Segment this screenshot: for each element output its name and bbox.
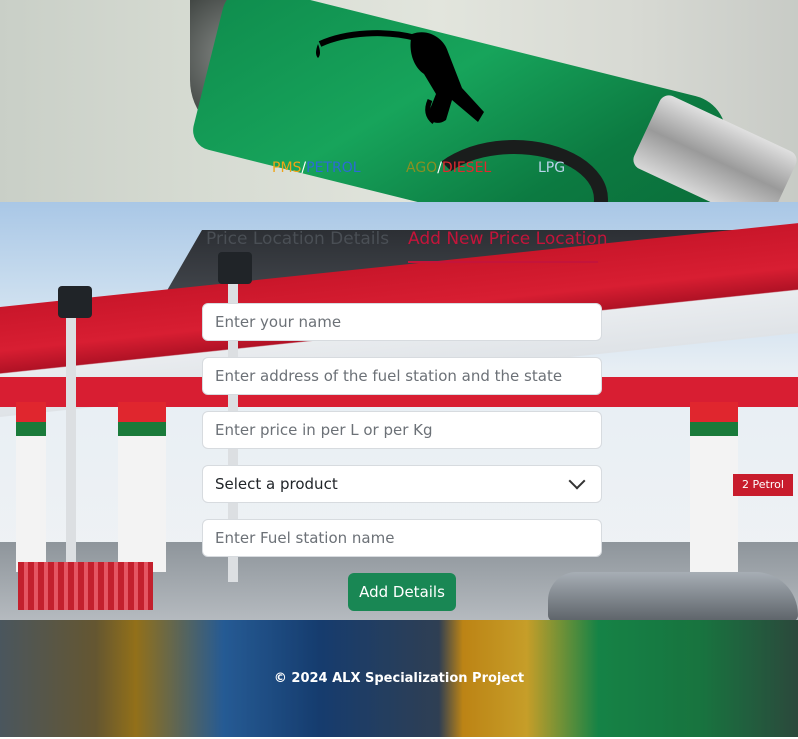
lamp-icon: [58, 286, 92, 318]
add-details-button[interactable]: Add Details: [348, 573, 456, 611]
form-tabs: Price Location Details Add New Price Loc…: [0, 229, 798, 265]
station-pillar: [118, 402, 166, 572]
price-form-section: 2 Petrol Price Location Details Add New …: [0, 202, 798, 620]
nav-pms-petrol[interactable]: PMS/PETROL: [272, 160, 361, 176]
parked-car: [548, 572, 798, 620]
fuel-type-nav: PMS/PETROL AGO/DIESEL LPG: [0, 158, 798, 180]
nav-ago-diesel[interactable]: AGO/DIESEL: [406, 160, 491, 176]
station-pillar: [690, 402, 738, 572]
nav-lpg[interactable]: LPG: [538, 160, 565, 176]
nav-pms-label: PMS: [272, 160, 302, 176]
name-input[interactable]: [202, 303, 602, 341]
product-select-value: Select a product: [215, 475, 338, 493]
petrol-sign: 2 Petrol: [733, 474, 793, 496]
station-fence: [18, 562, 153, 610]
footer: © 2024 ALX Specialization Project: [0, 620, 798, 739]
tab-add-new-price-location[interactable]: Add New Price Location: [408, 229, 608, 249]
nav-petrol-label: PETROL: [306, 160, 361, 176]
fuel-pump-logo-icon: [316, 30, 484, 124]
station-pillar: [16, 402, 46, 572]
nav-diesel-label: DIESEL: [441, 160, 492, 176]
tab-price-location-details[interactable]: Price Location Details: [206, 229, 389, 249]
nav-ago-label: AGO: [406, 160, 438, 176]
active-tab-indicator: [408, 261, 598, 263]
station-name-input[interactable]: [202, 519, 602, 557]
chevron-down-icon: [568, 472, 586, 490]
hero-banner: PMS/PETROL AGO/DIESEL LPG: [0, 0, 798, 202]
product-select[interactable]: Select a product: [202, 465, 602, 503]
footer-copyright: © 2024 ALX Specialization Project: [273, 671, 525, 686]
station-address-input[interactable]: [202, 357, 602, 395]
light-pole: [66, 312, 76, 572]
price-input[interactable]: [202, 411, 602, 449]
